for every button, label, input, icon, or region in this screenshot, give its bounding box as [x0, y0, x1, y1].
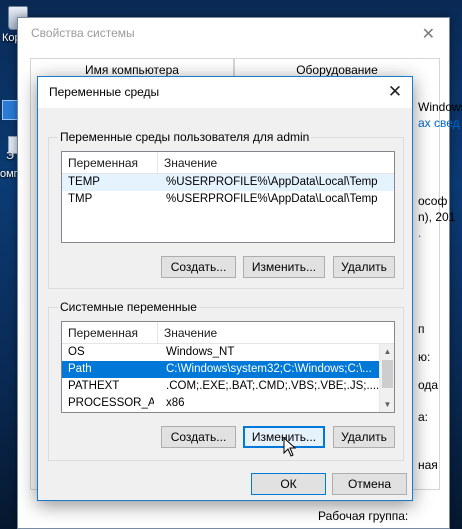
- close-icon[interactable]: ✕: [422, 24, 435, 44]
- list-header: Переменная Значение: [62, 152, 394, 174]
- desktop-icon-label: Э: [6, 150, 14, 162]
- table-row[interactable]: OS Windows_NT: [62, 344, 394, 361]
- variable-name: Path: [68, 363, 92, 375]
- window-title: Свойства системы: [31, 26, 135, 40]
- close-icon[interactable]: ✕: [385, 82, 405, 102]
- table-row-selected[interactable]: Path C:\Windows\system32;C:\Windows;C:\.…: [62, 361, 394, 378]
- dialog-title: Переменные среды: [38, 77, 412, 108]
- side-text: ю:: [418, 350, 431, 364]
- system-variables-list[interactable]: Переменная Значение OS Windows_NT Path C…: [61, 321, 395, 413]
- variable-name: OS: [68, 346, 85, 358]
- ok-button[interactable]: ОК: [251, 473, 326, 495]
- system-create-button[interactable]: Создать...: [161, 426, 236, 448]
- side-text: ная: [418, 458, 438, 472]
- side-text: ода: [418, 378, 439, 392]
- list-header: Переменная Значение: [62, 322, 394, 344]
- side-text: ософ: [418, 194, 448, 208]
- table-row[interactable]: TMP %USERPROFILE%\AppData\Local\Temp: [62, 191, 394, 208]
- side-text: п: [418, 322, 425, 336]
- variable-value: %USERPROFILE%\AppData\Local\Temp: [166, 193, 378, 205]
- details-link[interactable]: ах свед: [418, 116, 460, 130]
- column-header-variable[interactable]: Переменная: [62, 152, 158, 174]
- user-create-button[interactable]: Создать...: [161, 256, 236, 278]
- column-header-value[interactable]: Значение: [158, 152, 394, 174]
- group-label: Переменные среды пользователя для admin: [58, 130, 312, 144]
- variable-value: Windows_NT: [166, 346, 235, 358]
- scroll-down-icon[interactable]: ▼: [380, 397, 394, 412]
- table-row[interactable]: TEMP %USERPROFILE%\AppData\Local\Temp: [62, 174, 394, 191]
- side-text: а:: [418, 410, 429, 424]
- user-variables-group: Переменные среды пользователя для admin …: [48, 130, 404, 289]
- variable-value: .COM;.EXE;.BAT;.CMD;.VBS;.VBE;.JS;....: [166, 380, 378, 392]
- scroll-up-icon[interactable]: ▲: [380, 344, 394, 359]
- side-text: .: [418, 226, 422, 240]
- system-variables-group: Системные переменные Переменная Значение…: [48, 300, 404, 461]
- variable-value: %USERPROFILE%\AppData\Local\Temp: [166, 176, 378, 188]
- workgroup-label: Рабочая группа:: [318, 509, 409, 523]
- variable-name: PATHEXT: [68, 380, 120, 392]
- environment-variables-dialog: Переменные среды ✕ Переменные среды поль…: [37, 76, 413, 501]
- group-label: Системные переменные: [58, 300, 199, 314]
- column-header-variable[interactable]: Переменная: [62, 322, 158, 344]
- side-text: n), 201: [418, 210, 456, 224]
- system-delete-button[interactable]: Удалить: [333, 426, 395, 448]
- mouse-cursor-icon: [283, 437, 297, 457]
- table-row[interactable]: PROCESSOR_A... x86: [62, 395, 394, 412]
- cancel-button[interactable]: Отмена: [332, 473, 407, 495]
- variable-value: C:\Windows\system32;C:\Windows;C:\...: [166, 363, 372, 375]
- column-header-value[interactable]: Значение: [158, 322, 394, 344]
- user-edit-button[interactable]: Изменить...: [243, 256, 325, 278]
- variable-name: TEMP: [68, 176, 100, 188]
- user-delete-button[interactable]: Удалить: [333, 256, 395, 278]
- side-text: Windows 10: [418, 100, 462, 114]
- scroll-thumb[interactable]: [382, 360, 393, 388]
- variable-value: x86: [166, 397, 185, 409]
- vertical-scrollbar[interactable]: ▲ ▼: [379, 344, 394, 412]
- user-variables-list[interactable]: Переменная Значение TEMP %USERPROFILE%\A…: [61, 151, 395, 243]
- table-row[interactable]: PATHEXT .COM;.EXE;.BAT;.CMD;.VBS;.VBE;.J…: [62, 378, 394, 395]
- variable-name: TMP: [68, 193, 93, 205]
- variable-name: PROCESSOR_A...: [68, 397, 154, 409]
